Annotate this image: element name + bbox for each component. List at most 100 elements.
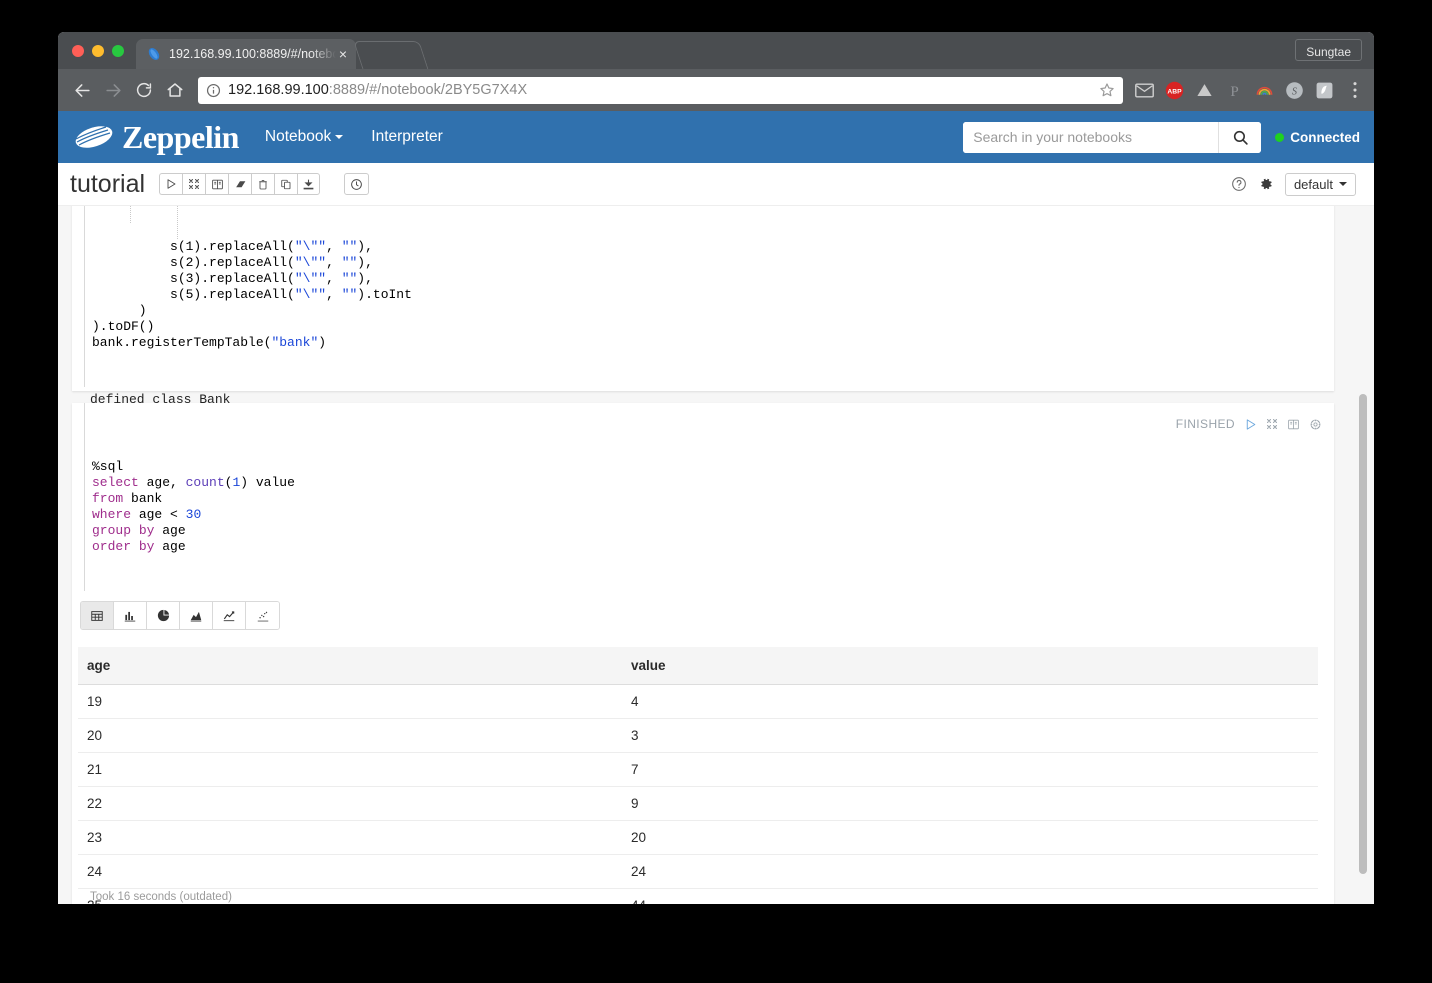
- code-token: .replaceAll(: [201, 287, 295, 302]
- notebook-toolbar-right: default: [1231, 173, 1356, 196]
- interpreter-binding-select[interactable]: default: [1285, 173, 1356, 196]
- mail-icon[interactable]: [1135, 81, 1154, 100]
- evernote-icon[interactable]: [1315, 81, 1334, 100]
- collapse-all-button[interactable]: [182, 173, 205, 195]
- paragraph-settings-icon[interactable]: [1309, 418, 1322, 431]
- navbar-right: Connected: [963, 122, 1360, 153]
- browser-tab-strip: 192.168.99.100:8889/#/notebook × Sungtae: [58, 32, 1374, 69]
- code-line: s(5).replaceAll("\"", "").toInt: [92, 287, 1324, 303]
- code-token: ,: [326, 271, 342, 286]
- code-line: s(2).replaceAll("\"", ""),: [92, 255, 1324, 271]
- scatter-chart-icon[interactable]: [246, 602, 279, 629]
- svg-text:S: S: [1292, 86, 1297, 97]
- code-token: [92, 239, 170, 254]
- notebook-search[interactable]: [963, 122, 1261, 153]
- search-input[interactable]: [963, 122, 1218, 153]
- run-paragraph-icon[interactable]: [1244, 418, 1257, 431]
- table-view-icon[interactable]: [81, 602, 114, 629]
- rainbow-icon[interactable]: [1255, 81, 1274, 100]
- code-token: age,: [139, 475, 186, 490]
- minimize-window-button[interactable]: [92, 45, 104, 57]
- extension-icons: ABP P S: [1131, 81, 1364, 100]
- code-token: [92, 271, 170, 286]
- home-button[interactable]: [161, 76, 189, 104]
- nav-interpreter-link[interactable]: Interpreter: [371, 128, 443, 146]
- table-row: 194: [78, 685, 1318, 719]
- area-chart-icon[interactable]: [180, 602, 213, 629]
- chrome-menu-icon[interactable]: [1345, 81, 1364, 100]
- paragraph-1-editor[interactable]: s(1).replaceAll("\"", ""), s(2).replaceA…: [72, 206, 1334, 387]
- reload-button[interactable]: [130, 76, 158, 104]
- collapse-paragraph-icon[interactable]: [1266, 418, 1278, 430]
- code-token: "bank": [271, 335, 318, 350]
- gear-icon[interactable]: [1258, 176, 1274, 192]
- address-bar[interactable]: 192.168.99.100:8889/#/notebook/2BY5G7X4X: [198, 77, 1123, 104]
- code-line: bank.registerTempTable("bank"): [92, 335, 1324, 351]
- table-header-row: age value: [78, 647, 1318, 685]
- notebook-title[interactable]: tutorial: [70, 170, 145, 199]
- code-token: s(3): [170, 271, 201, 286]
- pocket-icon[interactable]: P: [1225, 81, 1244, 100]
- notebook-body: s(1).replaceAll("\"", ""), s(2).replaceA…: [58, 206, 1374, 904]
- forward-button[interactable]: [99, 76, 127, 104]
- adblock-plus-icon[interactable]: ABP: [1165, 81, 1184, 100]
- paragraph-scala: s(1).replaceAll("\"", ""), s(2).replaceA…: [72, 206, 1334, 391]
- window-controls: [72, 45, 124, 57]
- code-token: ,: [326, 239, 342, 254]
- profile-button[interactable]: Sungtae: [1295, 39, 1362, 61]
- search-button[interactable]: [1218, 122, 1261, 153]
- bookmark-star-icon[interactable]: [1099, 82, 1115, 98]
- table-header-value[interactable]: value: [622, 647, 1318, 685]
- zeppelin-brand[interactable]: Zeppelin: [72, 119, 239, 156]
- paragraph-2-editor[interactable]: %sqlselect age, count(1) valuefrom bankw…: [72, 403, 1334, 591]
- line-chart-icon[interactable]: [213, 602, 246, 629]
- close-tab-icon[interactable]: ×: [336, 47, 350, 61]
- show-hide-code-button[interactable]: [205, 173, 228, 195]
- bar-chart-icon[interactable]: [114, 602, 147, 629]
- skype-icon[interactable]: S: [1285, 81, 1304, 100]
- run-all-paragraphs-button[interactable]: [159, 173, 182, 195]
- google-drive-icon[interactable]: [1195, 81, 1214, 100]
- table-row: 229: [78, 787, 1318, 821]
- browser-tab[interactable]: 192.168.99.100:8889/#/notebook ×: [136, 39, 356, 69]
- export-notebook-button[interactable]: [297, 173, 320, 195]
- back-button[interactable]: [68, 76, 96, 104]
- table-row: 203: [78, 719, 1318, 753]
- nav-notebook-menu[interactable]: Notebook: [265, 128, 343, 146]
- close-window-button[interactable]: [72, 45, 84, 57]
- visualization-type-toolbar: [80, 601, 280, 630]
- delete-notebook-button[interactable]: [251, 173, 274, 195]
- clone-notebook-button[interactable]: [274, 173, 297, 195]
- cell-value: 9: [622, 787, 1318, 821]
- cell-age: 20: [78, 719, 622, 753]
- cell-age: 19: [78, 685, 622, 719]
- svg-text:P: P: [1230, 84, 1238, 100]
- paragraph-sql: %sqlselect age, count(1) valuefrom bankw…: [72, 403, 1334, 904]
- clear-output-button[interactable]: [228, 173, 251, 195]
- site-info-icon[interactable]: [206, 83, 221, 98]
- version-control-button[interactable]: [344, 173, 369, 195]
- code-token: 30: [186, 507, 202, 522]
- code-token: age: [131, 507, 170, 522]
- code-token: "\"": [295, 271, 326, 286]
- notebook-scrollbar-thumb[interactable]: [1359, 394, 1367, 874]
- zeppelin-app: Zeppelin Notebook Interpreter Connected: [58, 111, 1374, 904]
- notebook-scrollbar-track[interactable]: [1357, 206, 1371, 904]
- result-table: age value 194203217229232024242544267727…: [78, 647, 1318, 904]
- code-line: %sql: [92, 459, 1324, 475]
- pie-chart-icon[interactable]: [147, 602, 180, 629]
- zeppelin-navbar: Zeppelin Notebook Interpreter Connected: [58, 111, 1374, 163]
- new-tab-button[interactable]: [353, 41, 428, 70]
- connection-status-dot: [1275, 133, 1284, 142]
- code-token: [131, 523, 139, 538]
- help-icon[interactable]: [1231, 176, 1247, 192]
- show-hide-editor-icon[interactable]: [1287, 418, 1300, 431]
- code-token: age: [154, 539, 185, 554]
- table-header-age[interactable]: age: [78, 647, 622, 685]
- code-token: [92, 287, 170, 302]
- code-token: "": [342, 287, 358, 302]
- browser-window: 192.168.99.100:8889/#/notebook × Sungtae: [58, 32, 1374, 904]
- code-token: ,: [326, 287, 342, 302]
- code-token: "\"": [295, 255, 326, 270]
- maximize-window-button[interactable]: [112, 45, 124, 57]
